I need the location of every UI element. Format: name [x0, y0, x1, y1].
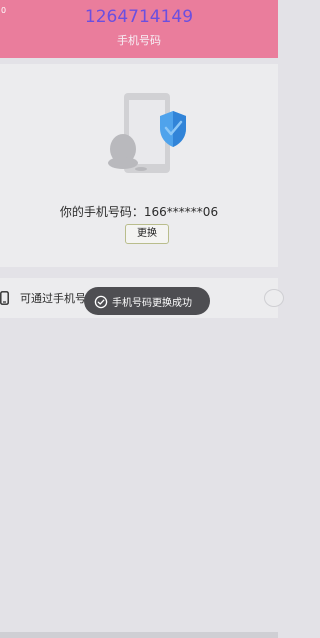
account-number: 1264714149	[84, 7, 194, 27]
find-me-by-phone-toggle[interactable]	[264, 289, 284, 307]
toast-message: 手机号码更换成功	[112, 298, 192, 309]
phone-shield-penguin-icon	[104, 91, 190, 177]
page-title: 手机号码	[117, 34, 161, 47]
phone-number-label: 你的手机号码：166******06	[59, 205, 219, 219]
change-phone-button[interactable]: 更换	[125, 224, 169, 244]
header-bar: 0 1264714149 手机号码	[0, 0, 278, 58]
bottom-edge	[0, 632, 278, 638]
success-toast: 手机号码更换成功	[84, 287, 210, 315]
phone-icon	[0, 290, 9, 305]
check-circle-icon	[94, 294, 108, 309]
phone-number-card: 你的手机号码：166******06 更换	[0, 64, 278, 267]
